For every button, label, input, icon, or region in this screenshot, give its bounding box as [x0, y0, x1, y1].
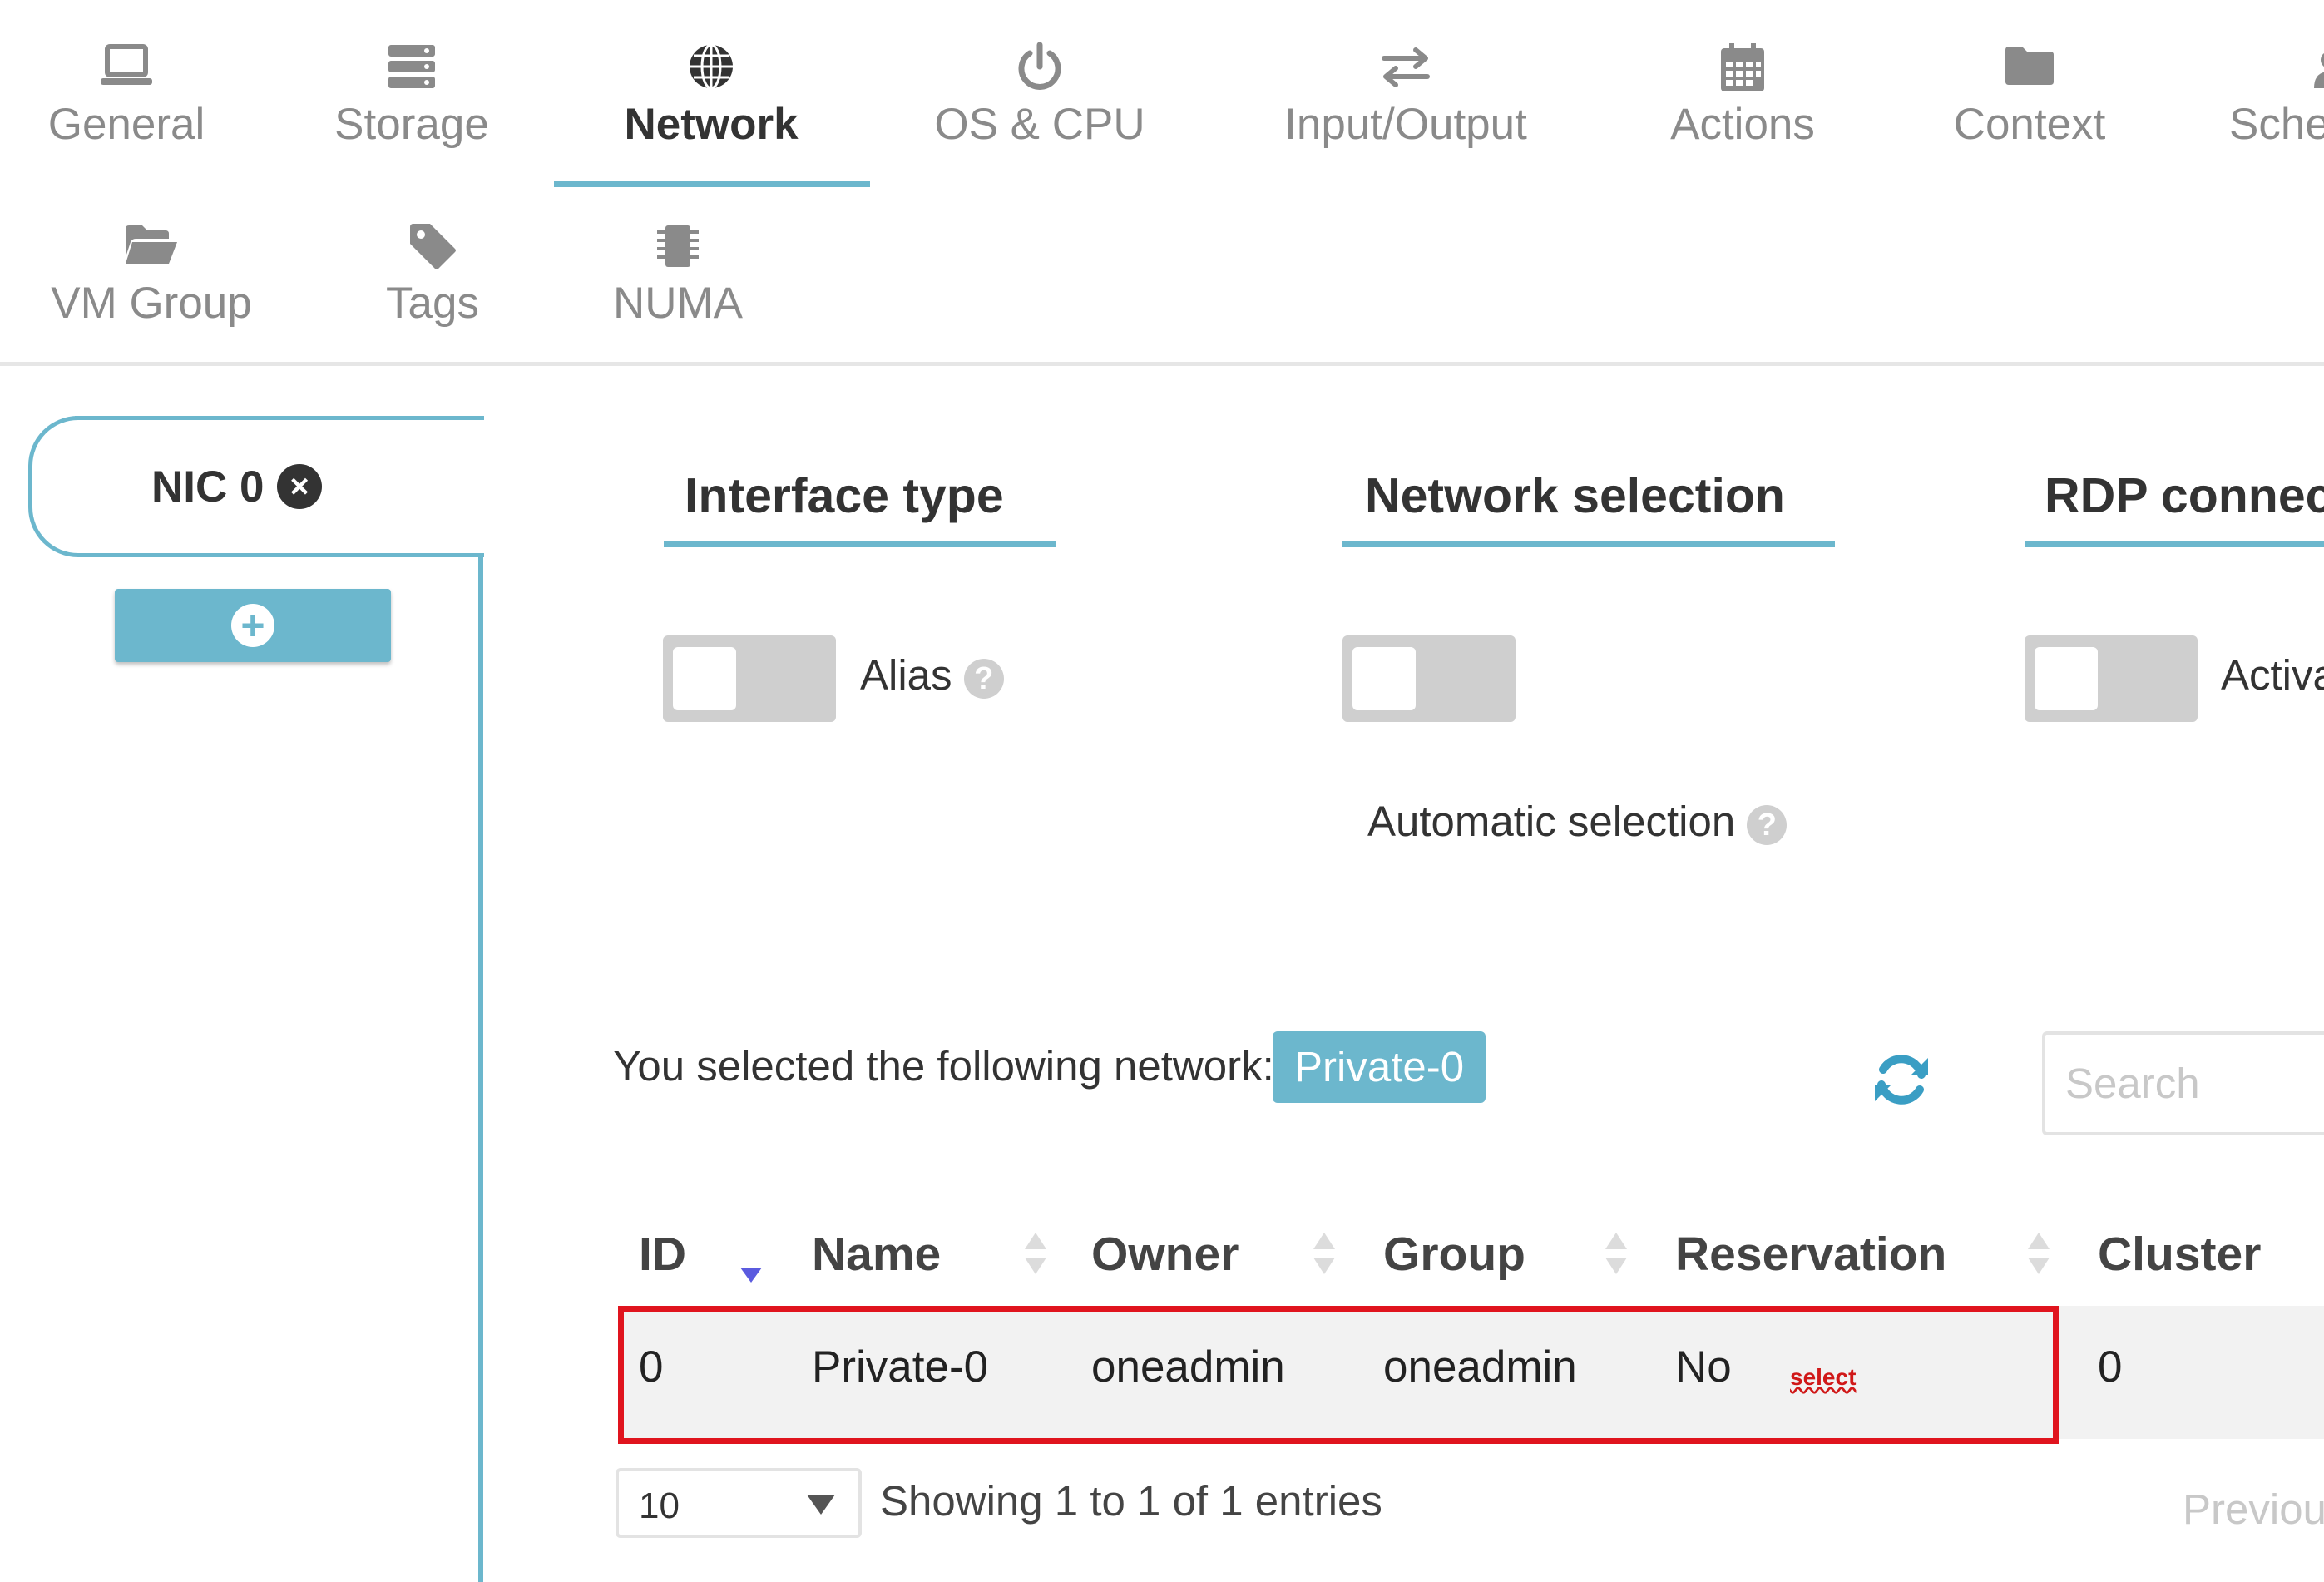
cell-group: oneadmin	[1383, 1342, 1577, 1392]
tab-label: General	[47, 100, 205, 149]
tab-label: OS & CPU	[934, 100, 1145, 149]
alias-label: Alias ?	[860, 650, 1004, 700]
column-header-owner[interactable]: Owner	[1091, 1227, 1239, 1282]
entries-info: Showing 1 to 1 of 1 entries	[880, 1477, 1382, 1525]
nic-panel-divider	[478, 553, 483, 1582]
chip-icon	[599, 220, 757, 279]
tab-numa[interactable]: NUMA	[599, 220, 757, 329]
tab-label: Context	[1953, 100, 2106, 149]
exchange-icon	[1260, 42, 1551, 100]
user-icon	[2271, 42, 2324, 100]
select-annotation[interactable]: select	[1790, 1364, 1856, 1391]
calendar-icon	[1655, 42, 1830, 100]
tab-storage[interactable]: Storage	[329, 42, 495, 150]
column-header-id[interactable]: ID	[639, 1227, 686, 1282]
tab-label: NUMA	[612, 279, 744, 328]
previous-page-link[interactable]: Previou	[2183, 1485, 2324, 1534]
cell-cluster: 0	[2098, 1342, 2123, 1392]
tab-network[interactable]: Network	[591, 42, 832, 150]
help-icon[interactable]: ?	[963, 658, 1004, 699]
rdp-toggle[interactable]	[2025, 635, 2198, 722]
tab-input-output[interactable]: Input/Output	[1260, 42, 1551, 150]
active-tab-indicator	[554, 181, 870, 187]
tab-label: Network	[624, 100, 799, 149]
tab-label: Storage	[334, 100, 489, 149]
selected-network-badge: Private-0	[1273, 1031, 1486, 1103]
search-input[interactable]	[2042, 1031, 2324, 1135]
tab-label: Actions	[1670, 100, 1815, 149]
tag-icon	[366, 220, 499, 279]
column-header-group[interactable]: Group	[1383, 1227, 1525, 1282]
tab-label: Sche	[2229, 100, 2324, 149]
page-size-select[interactable]: 10	[616, 1468, 862, 1538]
globe-icon	[591, 42, 832, 100]
tab-label: Input/Output	[1284, 100, 1527, 149]
column-header-name[interactable]: Name	[812, 1227, 941, 1282]
sort-desc-icon[interactable]	[739, 1248, 764, 1294]
tab-scheduling[interactable]: Sche	[2229, 42, 2324, 150]
tab-actions[interactable]: Actions	[1655, 42, 1830, 150]
cell-name: Private-0	[812, 1342, 989, 1392]
tab-label: VM Group	[51, 279, 252, 328]
tab-os-cpu[interactable]: OS & CPU	[923, 42, 1156, 150]
column-header-reservation[interactable]: Reservation	[1675, 1227, 1946, 1282]
automatic-selection-label: Automatic selection ?	[1367, 797, 1788, 846]
folder-icon	[1938, 42, 2121, 100]
cell-reservation: No	[1675, 1342, 1732, 1392]
close-icon[interactable]: ×	[277, 464, 322, 509]
tab-general[interactable]: General	[43, 42, 210, 150]
tab-tags[interactable]: Tags	[366, 220, 499, 329]
alias-label-text: Alias	[860, 651, 952, 699]
power-icon	[923, 42, 1156, 100]
tab-vm-group[interactable]: VM Group	[43, 220, 260, 329]
help-icon[interactable]: ?	[1747, 804, 1788, 845]
tabs-divider	[0, 362, 2324, 366]
tab-label: Tags	[386, 279, 479, 328]
laptop-icon	[43, 42, 210, 100]
toggle-knob	[2035, 647, 2098, 710]
sort-icon[interactable]	[1604, 1231, 1629, 1278]
rdp-connection-underline	[2025, 541, 2324, 547]
cell-owner: oneadmin	[1091, 1342, 1285, 1392]
refresh-icon[interactable]	[1872, 1050, 1931, 1114]
cell-id: 0	[639, 1342, 664, 1392]
automatic-selection-text: Automatic selection	[1367, 798, 1736, 845]
sort-icon[interactable]	[1023, 1231, 1048, 1278]
interface-type-underline	[664, 541, 1056, 547]
sort-icon[interactable]	[1312, 1231, 1337, 1278]
toggle-knob	[1352, 647, 1416, 710]
column-header-cluster[interactable]: Cluster	[2098, 1227, 2261, 1282]
add-nic-button[interactable]: +	[115, 589, 391, 662]
tab-context[interactable]: Context	[1938, 42, 2121, 150]
network-selection-underline	[1342, 541, 1835, 547]
alias-toggle[interactable]	[663, 635, 836, 722]
rdp-connection-heading: RDP connec	[2045, 468, 2324, 523]
caret-down-icon	[807, 1495, 835, 1515]
sort-icon[interactable]	[2026, 1231, 2051, 1278]
toggle-knob	[673, 647, 736, 710]
rdp-activate-label: Activa	[2221, 651, 2324, 699]
server-icon	[329, 42, 495, 100]
nic-tab-label: NIC 0	[151, 462, 265, 512]
selected-network-text: You selected the following network:	[613, 1042, 1274, 1090]
network-selection-heading: Network selection	[1365, 468, 1785, 523]
nic-tab-border	[75, 416, 484, 420]
page-size-value: 10	[639, 1486, 680, 1526]
automatic-selection-toggle[interactable]	[1342, 635, 1516, 722]
folder-open-icon	[43, 220, 260, 279]
interface-type-heading: Interface type	[685, 468, 1004, 523]
plus-circle-icon: +	[231, 604, 274, 647]
